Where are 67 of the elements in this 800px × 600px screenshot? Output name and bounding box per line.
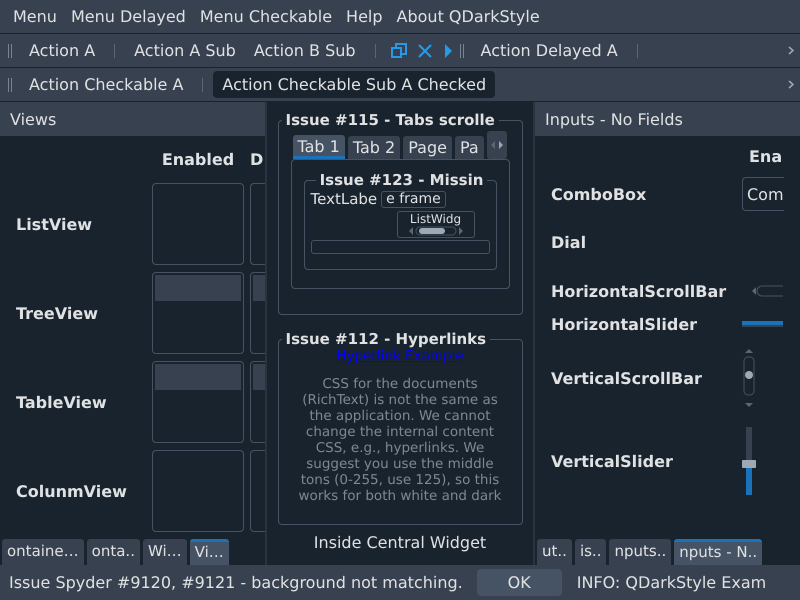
dock-title: Inputs - No Fields: [535, 102, 800, 136]
status-message: Issue Spyder #9120, #9121 - background not matching.: [9, 573, 463, 592]
table-view[interactable]: [152, 361, 244, 443]
description-text: CSS for the documents (RichText) is not the same as the application. We cannot change the internal content CSS, e.g., hyperlinks. We suggest you use the middle tons (0-255, use 125), so this works for both white and dark: [298, 376, 502, 504]
slider-handle[interactable]: [742, 460, 756, 468]
dock-title: Views: [0, 102, 265, 136]
chevron-icon[interactable]: [788, 46, 794, 55]
row-label: HorizontalSlider: [550, 314, 698, 334]
dock-tab[interactable]: nputs..: [609, 539, 672, 565]
menu-item[interactable]: Menu: [6, 7, 64, 26]
row-label: TreeView: [15, 304, 99, 322]
input-field[interactable]: e frame: [381, 190, 446, 208]
combo-box[interactable]: Com: [742, 177, 784, 211]
tree-view[interactable]: [152, 272, 244, 354]
toolbar-action[interactable]: Action Checkable A: [20, 71, 192, 98]
row-label: HorizontalScrollBar: [550, 282, 728, 300]
status-info: INFO: QDarkStyle Exam: [576, 573, 766, 592]
toolbar-action[interactable]: Action B Sub: [244, 37, 365, 64]
list-widget[interactable]: ListWidg: [396, 211, 474, 238]
column-header: D: [250, 150, 264, 169]
list-item: ListWidg: [410, 213, 462, 226]
dock-tab[interactable]: onta..: [86, 539, 140, 565]
row-label: ColunmView: [15, 482, 128, 500]
dock-tab[interactable]: ut..: [537, 539, 572, 565]
toolbar-action[interactable]: Action Delayed A: [472, 37, 627, 64]
tab[interactable]: Page: [403, 136, 452, 159]
dock-tab[interactable]: Vi…: [190, 539, 229, 565]
group-title: Issue #112 - Hyperlinks: [282, 330, 490, 348]
ok-button[interactable]: OK: [476, 569, 562, 596]
scrollbar-icon[interactable]: [742, 347, 756, 409]
tab[interactable]: Tab 1: [292, 135, 345, 159]
dock-tab[interactable]: nputs - N..: [674, 539, 762, 565]
menu-item[interactable]: Help: [339, 7, 390, 26]
play-icon[interactable]: [442, 42, 453, 58]
column-header: Ena: [748, 146, 783, 166]
dock-tab[interactable]: ontaine…: [2, 539, 84, 565]
scroll-left-icon[interactable]: [488, 140, 497, 150]
menu-item[interactable]: Menu Checkable: [192, 7, 340, 26]
input-field[interactable]: [310, 240, 490, 254]
chevron-icon[interactable]: [788, 80, 794, 89]
list-view[interactable]: [152, 183, 244, 265]
scroll-right-icon[interactable]: [496, 140, 505, 150]
tab[interactable]: Tab 2: [348, 136, 400, 159]
row-label: TableView: [15, 392, 108, 412]
dock-tab[interactable]: is..: [574, 539, 606, 565]
dock-tab[interactable]: Wi…: [142, 539, 187, 565]
row-label: Dial: [550, 232, 588, 252]
toolbar-action[interactable]: Action Checkable Sub A Checked: [213, 71, 496, 98]
row-label: VerticalScrollBar: [550, 368, 703, 388]
close-icon[interactable]: [416, 42, 433, 58]
row-label: ComboBox: [550, 184, 648, 204]
menu-item[interactable]: Menu Delayed: [64, 7, 193, 26]
windows-icon[interactable]: [390, 42, 407, 58]
column-header: Enabled: [160, 150, 236, 169]
caption: Inside Central Widget: [314, 533, 486, 552]
slider-track[interactable]: [742, 321, 783, 327]
toolbar-action[interactable]: Action A Sub: [125, 37, 245, 64]
toolbar-handle[interactable]: [8, 78, 12, 92]
text-label: TextLabe: [310, 190, 378, 208]
toolbar-handle[interactable]: [460, 44, 464, 58]
row-label: VerticalSlider: [550, 452, 674, 470]
toolbar-handle[interactable]: [8, 44, 12, 58]
row-label: ListView: [15, 214, 94, 234]
tab[interactable]: Pa: [454, 136, 484, 159]
menu-item[interactable]: About QDarkStyle: [390, 7, 547, 26]
column-view[interactable]: [152, 450, 244, 532]
toolbar-action[interactable]: Action A: [20, 37, 104, 64]
